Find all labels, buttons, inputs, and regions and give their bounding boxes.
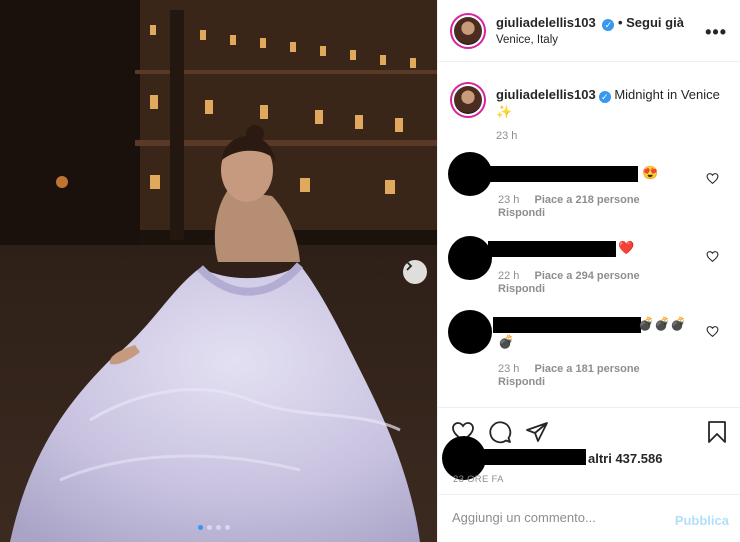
carousel-dot bbox=[225, 525, 230, 530]
comment-likes[interactable]: Piace a 181 persone bbox=[534, 363, 639, 375]
comment-input[interactable] bbox=[452, 510, 662, 525]
comment-meta: 22 h Piace a 294 persone bbox=[498, 270, 640, 282]
comment-likes[interactable]: Piace a 218 persone bbox=[534, 194, 639, 206]
chevron-right-icon bbox=[406, 261, 413, 271]
avatar[interactable] bbox=[448, 310, 492, 354]
post-photo[interactable] bbox=[0, 0, 437, 542]
carousel-dot bbox=[198, 525, 203, 530]
post-time: 23 ORE FA bbox=[453, 474, 504, 485]
share-icon[interactable] bbox=[525, 420, 549, 444]
verified-icon: ✓ bbox=[602, 19, 615, 31]
redacted-comment bbox=[488, 166, 638, 182]
post-header: giuliadelellis103 ✓ • Segui già Venice, … bbox=[438, 0, 740, 62]
heart-icon[interactable] bbox=[706, 172, 719, 185]
username-link[interactable]: giuliadelellis103 bbox=[496, 15, 596, 30]
comment-item: 😍 23 h Piace a 218 persone Rispondi bbox=[438, 152, 740, 222]
redacted-comment bbox=[493, 317, 641, 333]
instagram-post-view: giuliadelellis103 ✓ • Segui già Venice, … bbox=[0, 0, 740, 542]
post-actions bbox=[438, 407, 740, 447]
avatar[interactable] bbox=[450, 13, 486, 49]
comment-composer: Pubblica bbox=[438, 494, 740, 542]
carousel-indicator bbox=[198, 525, 230, 530]
comment-item: ❤️ 22 h Piace a 294 persone Rispondi bbox=[438, 236, 740, 306]
comment-icon[interactable] bbox=[488, 420, 512, 444]
comment-meta: 23 h Piace a 218 persone bbox=[498, 194, 640, 206]
likes-count[interactable]: altri 437.586 bbox=[588, 451, 662, 466]
heart-icon[interactable] bbox=[706, 250, 719, 263]
header-user-line: giuliadelellis103 ✓ • Segui già bbox=[496, 15, 684, 31]
reply-button[interactable]: Rispondi bbox=[498, 283, 545, 295]
avatar[interactable] bbox=[448, 152, 492, 196]
verified-icon: ✓ bbox=[598, 91, 611, 103]
heart-icon[interactable] bbox=[706, 325, 719, 338]
caption-text: giuliadelellis103 ✓ Midnight in Venice ✨ bbox=[496, 86, 721, 120]
carousel-dot bbox=[216, 525, 221, 530]
post-side-panel: giuliadelellis103 ✓ • Segui già Venice, … bbox=[437, 0, 740, 542]
comment-likes[interactable]: Piace a 294 persone bbox=[534, 270, 639, 282]
comment-time: 23 h bbox=[498, 363, 520, 375]
next-photo-button[interactable] bbox=[403, 260, 427, 284]
reply-button[interactable]: Rispondi bbox=[498, 376, 545, 388]
location-link[interactable]: Venice, Italy bbox=[496, 34, 558, 46]
avatar[interactable] bbox=[450, 82, 486, 118]
comment-emoji: ❤️ bbox=[618, 240, 635, 255]
username-link[interactable]: giuliadelellis103 bbox=[496, 87, 596, 102]
caption-time: 23 h bbox=[496, 130, 518, 142]
redacted-comment bbox=[488, 241, 616, 257]
venice-night-photo bbox=[0, 0, 437, 542]
comment-meta: 23 h Piace a 181 persone bbox=[498, 363, 640, 375]
comment-item: 💣💣💣 💣 23 h Piace a 181 persone Rispondi bbox=[438, 310, 740, 400]
comment-time: 23 h bbox=[498, 194, 520, 206]
bookmark-icon[interactable] bbox=[705, 420, 729, 444]
publish-button[interactable]: Pubblica bbox=[675, 513, 729, 528]
follow-button[interactable]: • Segui già bbox=[618, 15, 684, 30]
more-icon[interactable]: ••• bbox=[705, 22, 727, 43]
comment-emoji: 💣💣💣 bbox=[638, 316, 687, 331]
comment-time: 22 h bbox=[498, 270, 520, 282]
comment-emoji: 💣 bbox=[498, 334, 515, 349]
comment-emoji: 😍 bbox=[642, 165, 659, 180]
avatar[interactable] bbox=[448, 236, 492, 280]
reply-button[interactable]: Rispondi bbox=[498, 207, 545, 219]
carousel-dot bbox=[207, 525, 212, 530]
redacted-liker bbox=[480, 449, 586, 465]
